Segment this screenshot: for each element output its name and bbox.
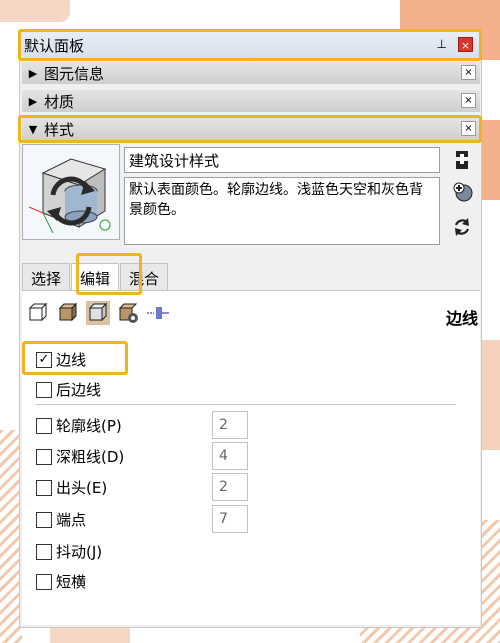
- edges-checkbox-row[interactable]: ✓ 边线: [36, 349, 86, 370]
- style-name-field[interactable]: 建筑设计样式: [124, 147, 440, 173]
- section-heading: 边线: [445, 309, 478, 328]
- background-settings-icon[interactable]: [86, 301, 110, 325]
- panel-title: 默认面板: [24, 36, 85, 55]
- close-section-button[interactable]: ×: [461, 93, 476, 108]
- halo-checkbox-row[interactable]: 短横: [36, 571, 86, 592]
- depth-cue-checkbox-row[interactable]: 深粗线(D): [36, 446, 124, 467]
- edges-label: 边线: [56, 351, 87, 369]
- back-edges-checkbox-row[interactable]: 后边线: [36, 379, 101, 400]
- background-shape: [482, 340, 500, 450]
- style-preview-icon: [23, 145, 119, 239]
- depth-cue-width-field[interactable]: 4: [212, 442, 248, 470]
- section-label: 材质: [44, 92, 75, 111]
- section-label: 样式: [44, 120, 75, 139]
- expand-arrow-icon: ▶: [28, 66, 38, 80]
- edges-checkbox[interactable]: ✓: [36, 351, 52, 368]
- pin-icon[interactable]: ⊥: [437, 37, 447, 51]
- default-tray-panel: 默认面板 ⊥ × ▶ 图元信息 × ▶ 材质 × ▼ 样式 × 建筑设计样式 默…: [18, 29, 482, 628]
- jitter-checkbox-row[interactable]: 抖动(J): [36, 541, 102, 562]
- edit-toolbar: [26, 301, 170, 325]
- section-styles[interactable]: ▼ 样式 ×: [22, 118, 480, 140]
- watermark-settings-icon[interactable]: [116, 301, 140, 325]
- panel-titlebar: 默认面板 ⊥ ×: [20, 31, 481, 59]
- close-section-button[interactable]: ×: [461, 121, 476, 136]
- profiles-label: 轮廓线(P): [56, 417, 122, 435]
- halo-label: 短横: [56, 573, 87, 591]
- expand-arrow-icon: ▶: [28, 94, 38, 108]
- style-thumbnail[interactable]: [22, 144, 120, 240]
- endpoints-label: 端点: [56, 511, 87, 529]
- depth-cue-checkbox[interactable]: [36, 448, 52, 465]
- edit-tab-content: 边线 ✓ 边线 后边线 轮廓线(P) 2 深粗线(D) 4 出头(E) 2 端点: [22, 290, 480, 625]
- tab-edit[interactable]: 编辑: [71, 263, 120, 291]
- collapse-arrow-icon: ▼: [28, 122, 38, 136]
- close-section-button[interactable]: ×: [461, 65, 476, 80]
- background-shape: [0, 0, 70, 22]
- update-style-icon[interactable]: [452, 149, 472, 171]
- profiles-checkbox-row[interactable]: 轮廓线(P): [36, 415, 122, 436]
- endpoints-checkbox[interactable]: [36, 511, 52, 528]
- tab-mix[interactable]: 混合: [120, 263, 169, 291]
- halo-checkbox[interactable]: [36, 573, 52, 590]
- modeling-settings-icon[interactable]: [146, 301, 170, 325]
- section-materials[interactable]: ▶ 材质 ×: [22, 90, 480, 112]
- jitter-checkbox[interactable]: [36, 543, 52, 560]
- style-description-field[interactable]: 默认表面颜色。轮廓边线。浅蓝色天空和灰色背景颜色。: [124, 177, 440, 245]
- background-shape: [482, 120, 500, 200]
- refresh-icon[interactable]: [452, 217, 472, 239]
- section-entity-info[interactable]: ▶ 图元信息 ×: [22, 62, 480, 84]
- close-panel-button[interactable]: ×: [458, 37, 473, 52]
- create-style-icon[interactable]: [452, 181, 473, 203]
- extension-checkbox-row[interactable]: 出头(E): [36, 477, 107, 498]
- extension-checkbox[interactable]: [36, 479, 52, 496]
- jitter-label: 抖动(J): [56, 543, 103, 561]
- tab-select[interactable]: 选择: [22, 263, 71, 291]
- edge-settings-icon[interactable]: [26, 301, 50, 325]
- section-label: 图元信息: [44, 64, 105, 83]
- profiles-checkbox[interactable]: [36, 417, 52, 434]
- style-tabs: 选择 编辑 混合: [22, 263, 169, 291]
- extension-length-field[interactable]: 2: [212, 473, 248, 501]
- endpoints-checkbox-row[interactable]: 端点: [36, 509, 86, 530]
- back-edges-label: 后边线: [56, 381, 102, 399]
- endpoints-length-field[interactable]: 7: [212, 505, 248, 533]
- divider: [36, 404, 456, 405]
- extension-label: 出头(E): [56, 479, 108, 497]
- depth-cue-label: 深粗线(D): [56, 448, 125, 466]
- face-settings-icon[interactable]: [56, 301, 80, 325]
- profiles-width-field[interactable]: 2: [212, 411, 248, 439]
- back-edges-checkbox[interactable]: [36, 381, 52, 398]
